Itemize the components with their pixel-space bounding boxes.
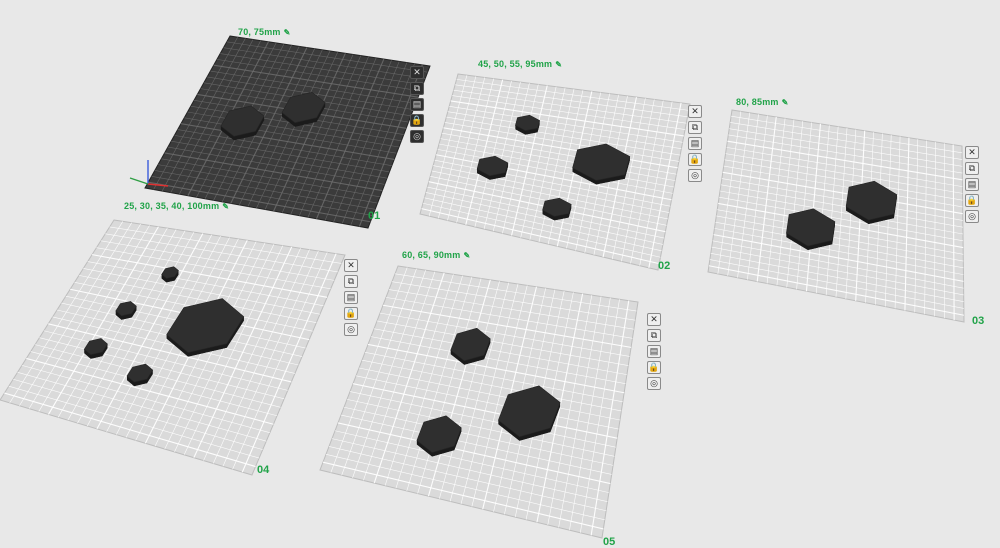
plate-number: 04 xyxy=(257,464,270,476)
plate-size-label[interactable]: 45, 50, 55, 95mm ✎ xyxy=(478,59,562,69)
plate-toolbar: ✕ ⧉ ▤ 🔒 ◎ xyxy=(344,259,360,339)
plate-size-text: 45, 50, 55, 95mm xyxy=(478,59,553,69)
plate-settings-icon[interactable]: ▤ xyxy=(965,178,979,191)
plate-settings-icon[interactable]: ▤ xyxy=(647,345,661,358)
plate-settings-icon[interactable]: ▤ xyxy=(344,291,358,304)
slice-icon[interactable]: ◎ xyxy=(688,169,702,182)
plate-surface[interactable] xyxy=(319,265,639,539)
arrange-icon[interactable]: ⧉ xyxy=(647,329,661,342)
remove-plate-icon[interactable]: ✕ xyxy=(688,105,702,118)
edit-pencil-icon[interactable]: ✎ xyxy=(782,98,789,107)
plate-toolbar: ✕ ⧉ ▤ 🔒 ◎ xyxy=(688,105,704,185)
edit-pencil-icon[interactable]: ✎ xyxy=(222,202,229,211)
plate-01[interactable] xyxy=(144,35,431,229)
edit-pencil-icon[interactable]: ✎ xyxy=(555,60,562,69)
plate-toolbar: ✕ ⧉ ▤ 🔒 ◎ xyxy=(410,66,426,146)
lock-icon[interactable]: 🔒 xyxy=(965,194,979,207)
lock-icon[interactable]: 🔒 xyxy=(410,114,424,127)
plate-03[interactable] xyxy=(707,109,965,323)
plate-size-label[interactable]: 70, 75mm ✎ xyxy=(238,27,291,37)
lock-icon[interactable]: 🔒 xyxy=(647,361,661,374)
plate-size-label[interactable]: 80, 85mm ✎ xyxy=(736,97,789,107)
plate-toolbar: ✕ ⧉ ▤ 🔒 ◎ xyxy=(647,313,663,393)
arrange-icon[interactable]: ⧉ xyxy=(410,82,424,95)
plate-settings-icon[interactable]: ▤ xyxy=(688,137,702,150)
plate-04[interactable] xyxy=(0,219,346,476)
slice-icon[interactable]: ◎ xyxy=(410,130,424,143)
plate-size-text: 25, 30, 35, 40, 100mm xyxy=(124,201,220,211)
plate-settings-icon[interactable]: ▤ xyxy=(410,98,424,111)
build-plate-canvas[interactable] xyxy=(0,0,1000,544)
plate-size-text: 70, 75mm xyxy=(238,27,281,37)
plate-number: 01 xyxy=(368,210,381,222)
remove-plate-icon[interactable]: ✕ xyxy=(344,259,358,272)
slice-icon[interactable]: ◎ xyxy=(647,377,661,390)
plate-toolbar: ✕ ⧉ ▤ 🔒 ◎ xyxy=(965,146,981,226)
remove-plate-icon[interactable]: ✕ xyxy=(410,66,424,79)
lock-icon[interactable]: 🔒 xyxy=(688,153,702,166)
slice-icon[interactable]: ◎ xyxy=(344,323,358,336)
plate-05[interactable] xyxy=(319,265,639,539)
remove-plate-icon[interactable]: ✕ xyxy=(647,313,661,326)
edit-pencil-icon[interactable]: ✎ xyxy=(463,251,470,260)
plate-number: 03 xyxy=(972,315,985,327)
arrange-icon[interactable]: ⧉ xyxy=(965,162,979,175)
plate-number: 02 xyxy=(658,260,671,272)
plate-02[interactable] xyxy=(419,73,691,271)
plate-size-label[interactable]: 60, 65, 90mm ✎ xyxy=(402,250,470,260)
edit-pencil-icon[interactable]: ✎ xyxy=(284,28,291,37)
arrange-icon[interactable]: ⧉ xyxy=(688,121,702,134)
remove-plate-icon[interactable]: ✕ xyxy=(965,146,979,159)
plate-size-label[interactable]: 25, 30, 35, 40, 100mm ✎ xyxy=(124,201,229,211)
plate-size-text: 60, 65, 90mm xyxy=(402,250,461,260)
slice-icon[interactable]: ◎ xyxy=(965,210,979,223)
lock-icon[interactable]: 🔒 xyxy=(344,307,358,320)
plate-size-text: 80, 85mm xyxy=(736,97,779,107)
plate-number: 05 xyxy=(603,536,616,548)
arrange-icon[interactable]: ⧉ xyxy=(344,275,358,288)
